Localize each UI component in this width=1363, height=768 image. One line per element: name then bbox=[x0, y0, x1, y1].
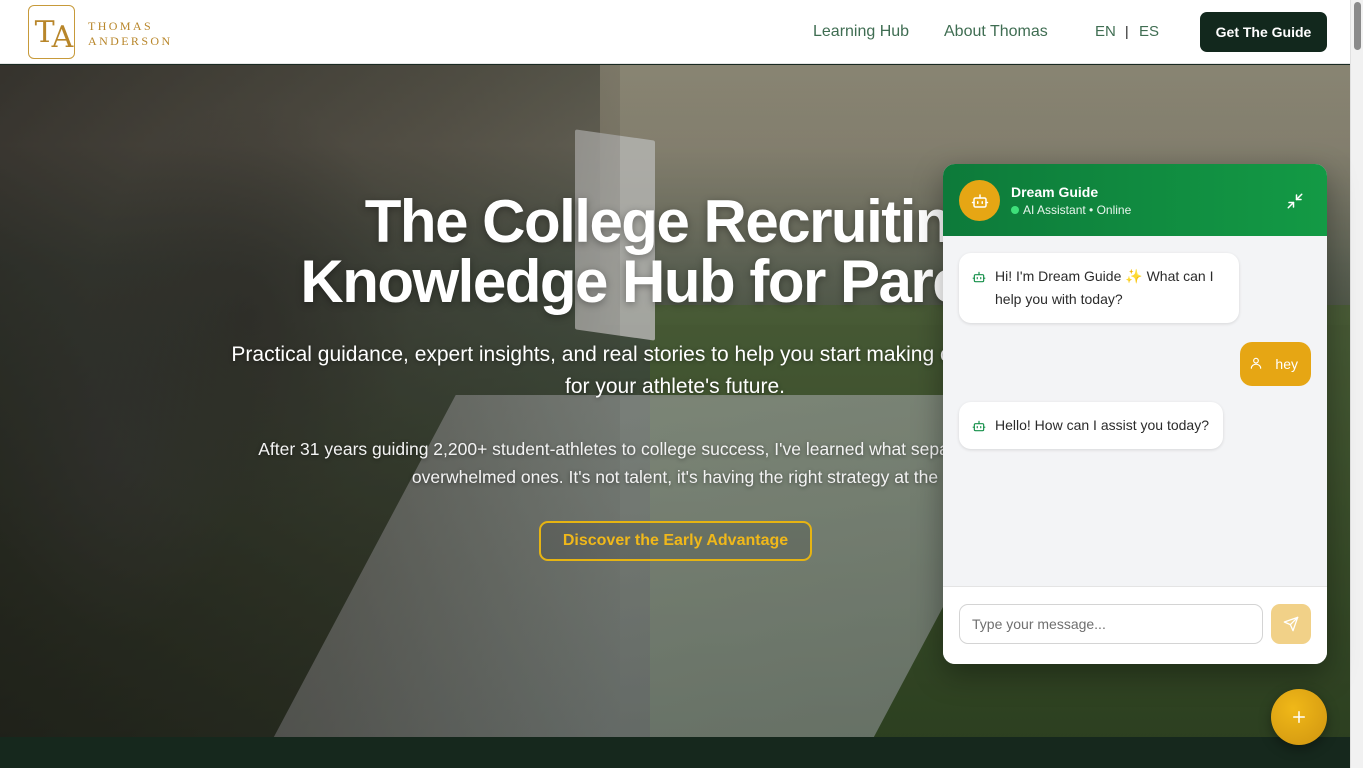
scrollbar-thumb[interactable] bbox=[1354, 2, 1361, 50]
chat-composer bbox=[943, 586, 1327, 664]
discover-early-advantage-button[interactable]: Discover the Early Advantage bbox=[539, 521, 812, 561]
logo-monogram[interactable]: TA bbox=[28, 5, 75, 59]
robot-icon bbox=[959, 180, 1000, 221]
online-indicator bbox=[1011, 206, 1019, 214]
next-section-strip bbox=[0, 737, 1350, 768]
bot-message-text: Hi! I'm Dream Guide ✨ What can I help yo… bbox=[995, 268, 1214, 307]
page-scrollbar[interactable] bbox=[1350, 0, 1363, 768]
logo-letter-t: T bbox=[34, 14, 55, 50]
user-message-text: hey bbox=[1275, 356, 1298, 372]
chat-title: Dream Guide bbox=[1011, 184, 1099, 200]
robot-icon bbox=[972, 268, 986, 291]
bot-message-text: Hello! How can I assist you today? bbox=[995, 417, 1209, 433]
lang-separator: | bbox=[1125, 23, 1129, 39]
chat-message-input[interactable] bbox=[959, 604, 1263, 644]
chat-status-text: AI Assistant • Online bbox=[1023, 203, 1132, 217]
logo-letter-a: A bbox=[51, 19, 74, 55]
site-header: TA THOMAS ANDERSON Learning Hub About Th… bbox=[0, 0, 1350, 64]
bot-message: Hello! How can I assist you today? bbox=[959, 402, 1223, 449]
chat-status: AI Assistant • Online bbox=[1011, 203, 1131, 217]
chat-widget: Dream Guide AI Assistant • Online Hi! I'… bbox=[943, 164, 1327, 664]
get-guide-button[interactable]: Get The Guide bbox=[1200, 12, 1327, 52]
chat-messages: Hi! I'm Dream Guide ✨ What can I help yo… bbox=[943, 236, 1327, 586]
lang-en[interactable]: EN bbox=[1095, 23, 1116, 40]
logo-wordmark[interactable]: THOMAS ANDERSON bbox=[88, 19, 173, 49]
logo-line-first: THOMAS bbox=[88, 19, 154, 33]
logo-line-last: ANDERSON bbox=[88, 34, 173, 48]
nav-learning-hub[interactable]: Learning Hub bbox=[813, 23, 909, 41]
chat-header: Dream Guide AI Assistant • Online bbox=[943, 164, 1327, 236]
nav-about-thomas[interactable]: About Thomas bbox=[944, 23, 1048, 41]
user-icon bbox=[1249, 356, 1263, 373]
user-message: hey bbox=[1240, 342, 1311, 386]
bot-message: Hi! I'm Dream Guide ✨ What can I help yo… bbox=[959, 253, 1239, 323]
send-icon[interactable] bbox=[1271, 604, 1311, 644]
plus-icon[interactable] bbox=[1271, 689, 1327, 745]
robot-icon bbox=[972, 417, 986, 440]
lang-es[interactable]: ES bbox=[1139, 23, 1159, 40]
minimize-icon[interactable] bbox=[1286, 192, 1304, 210]
